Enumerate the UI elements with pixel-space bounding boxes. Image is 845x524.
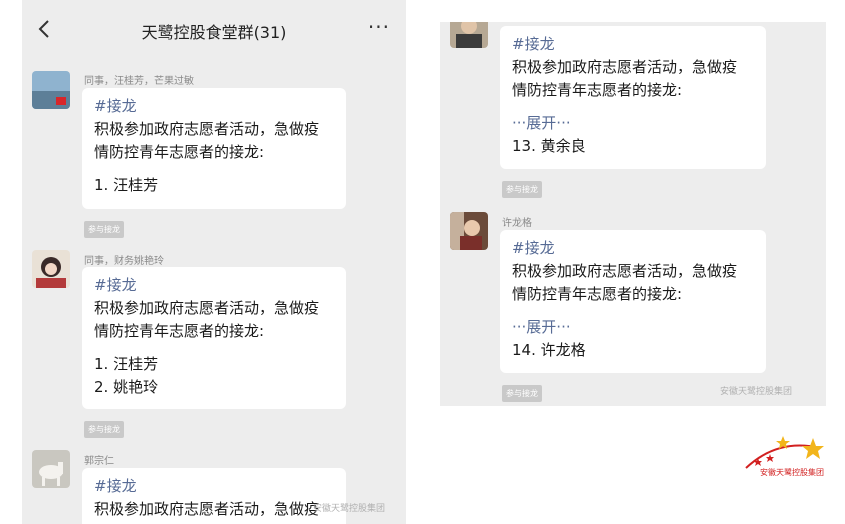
message-text: 积极参加政府志愿者活动，急做疫 情防控青年志愿者的接龙: bbox=[94, 299, 320, 340]
solitaire-tag[interactable]: #接龙 bbox=[94, 475, 334, 498]
list-item: 1. 汪桂芳 bbox=[94, 355, 159, 373]
join-solitaire-button[interactable]: 参与接龙 bbox=[84, 221, 124, 238]
avatar[interactable] bbox=[32, 450, 70, 488]
message-bubble[interactable]: #接龙 积极参加政府志愿者活动，急做疫 情防控青年志愿者的接龙: 1. 汪桂芳 bbox=[82, 88, 346, 209]
join-solitaire-button[interactable]: 参与接龙 bbox=[502, 181, 542, 198]
avatar[interactable] bbox=[32, 71, 70, 109]
message-bubble[interactable]: #接龙 积极参加政府志愿者活动，急做疫 情防控青年志愿者的接龙: ···展开··… bbox=[500, 230, 766, 373]
entry-list: 1. 汪桂芳 bbox=[94, 174, 334, 197]
avatar[interactable] bbox=[450, 212, 488, 250]
chat-header: 天鹭控股食堂群(31) ··· bbox=[22, 0, 406, 60]
expand-link[interactable]: ···展开··· bbox=[512, 112, 754, 135]
chat-panel-left: 天鹭控股食堂群(31) ··· 同事，汪桂芳，芒果过敏 #接龙 积极参加政府志愿… bbox=[22, 0, 406, 524]
message-text: 积极参加政府志愿者活动，急做疫 情防控青年志愿者的接龙: bbox=[94, 120, 320, 161]
brand-logo-text: 安徽天鹭控股集团 bbox=[760, 468, 824, 477]
sender-name: 同事，汪桂芳，芒果过敏 bbox=[84, 76, 194, 87]
message-text: 积极参加政府志愿者活动，急做疫 情防控青年志愿者的接龙: bbox=[512, 262, 738, 303]
message-text: 积极参加政府志愿者活动，急做疫 情防控青年志愿者的接龙: bbox=[512, 58, 738, 99]
solitaire-tag[interactable]: #接龙 bbox=[512, 237, 754, 260]
list-item: 14. 许龙格 bbox=[512, 341, 586, 359]
watermark: 安徽天鹭控股集团 bbox=[313, 504, 386, 514]
list-item: 2. 姚艳玲 bbox=[94, 378, 159, 396]
join-solitaire-button[interactable]: 参与接龙 bbox=[84, 421, 124, 438]
sender-name: 同事，财务姚艳玲 bbox=[84, 256, 164, 267]
solitaire-tag[interactable]: #接龙 bbox=[94, 95, 334, 118]
join-solitaire-button[interactable]: 参与接龙 bbox=[502, 385, 542, 402]
chat-panel-right: #接龙 积极参加政府志愿者活动，急做疫 情防控青年志愿者的接龙: ···展开··… bbox=[440, 22, 826, 406]
message-text: 积极参加政府志愿者活动，急做疫 情防控青年志愿者的接龙: bbox=[94, 500, 320, 524]
chat-title: 天鹭控股食堂群(31) bbox=[141, 23, 287, 42]
expand-link[interactable]: ···展开··· bbox=[512, 316, 754, 339]
solitaire-tag[interactable]: #接龙 bbox=[512, 33, 754, 56]
list-item: 13. 黄余良 bbox=[512, 137, 586, 155]
solitaire-tag[interactable]: #接龙 bbox=[94, 274, 334, 297]
brand-logo bbox=[745, 436, 824, 469]
more-dots-icon[interactable]: ··· bbox=[368, 15, 390, 39]
sender-name: 郭宗仁 bbox=[84, 456, 114, 467]
sender-name: 许龙格 bbox=[502, 218, 532, 229]
avatar[interactable] bbox=[32, 250, 70, 288]
message-bubble[interactable]: #接龙 积极参加政府志愿者活动，急做疫 情防控青年志愿者的接龙: bbox=[82, 468, 346, 524]
list-item: 1. 汪桂芳 bbox=[94, 176, 159, 194]
entry-list: 1. 汪桂芳 2. 姚艳玲 bbox=[94, 353, 334, 399]
message-bubble[interactable]: #接龙 积极参加政府志愿者活动，急做疫 情防控青年志愿者的接龙: ···展开··… bbox=[500, 26, 766, 169]
avatar[interactable] bbox=[450, 22, 488, 48]
message-bubble[interactable]: #接龙 积极参加政府志愿者活动，急做疫 情防控青年志愿者的接龙: 1. 汪桂芳 … bbox=[82, 267, 346, 409]
watermark: 安徽天鹭控股集团 bbox=[720, 387, 793, 397]
